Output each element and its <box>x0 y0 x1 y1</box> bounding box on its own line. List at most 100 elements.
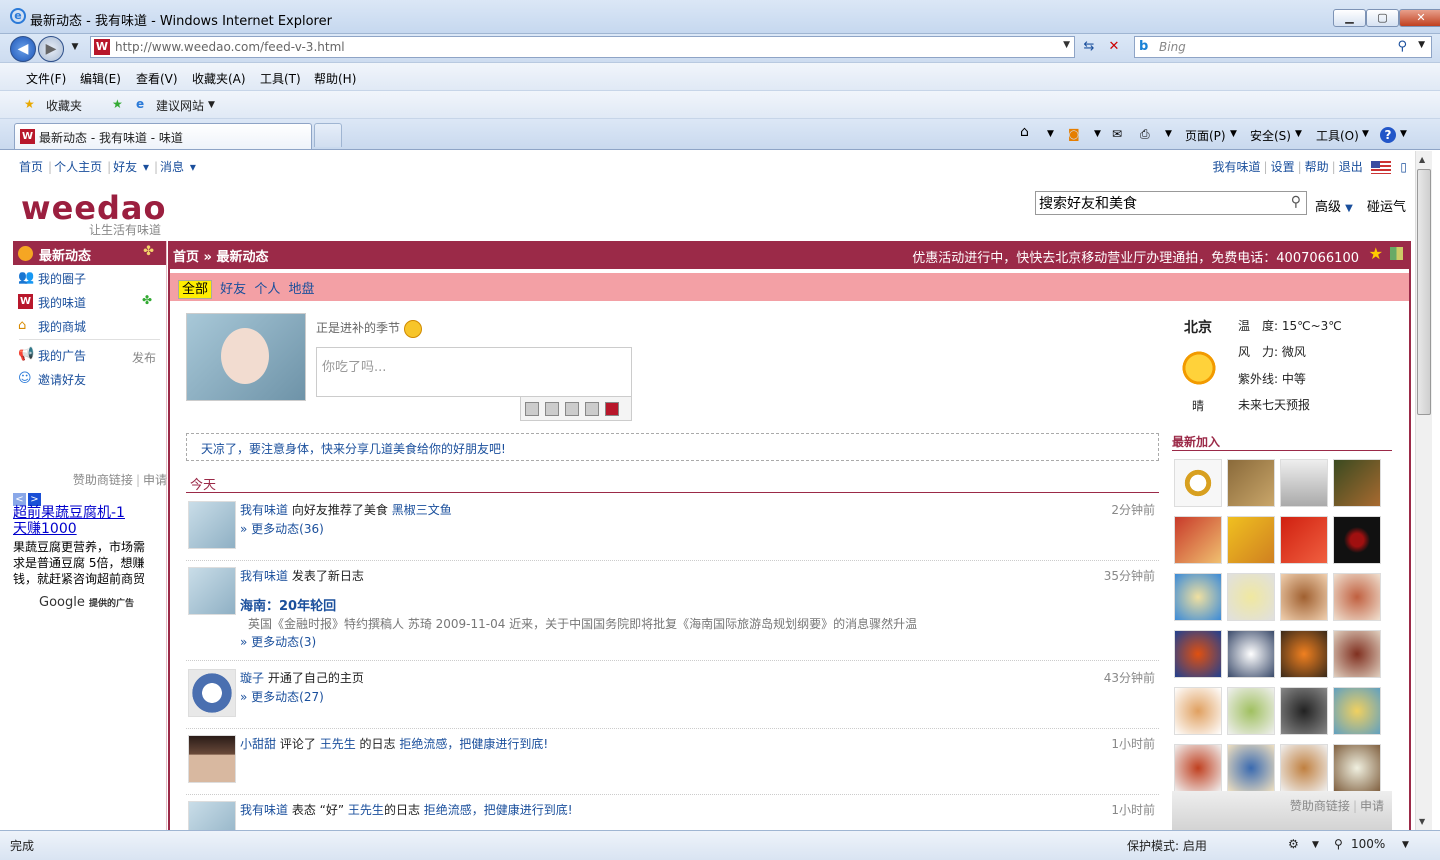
nav-home[interactable]: 首页 <box>19 160 43 174</box>
nav-friends[interactable]: 好友 <box>113 160 137 174</box>
tab-current[interactable]: W 最新动态 - 我有味道 - 味道 <box>14 123 312 149</box>
sponsor-apply[interactable]: 申请 <box>143 473 167 487</box>
right-sponsor-label[interactable]: 赞助商链接 <box>1290 799 1350 813</box>
tools-dropdown-icon[interactable]: ▼ <box>1362 129 1369 139</box>
feed-user[interactable]: 璇子 <box>240 671 264 685</box>
safety-menu[interactable]: 安全(S) <box>1250 127 1291 144</box>
member-thumb[interactable] <box>1333 630 1381 678</box>
blog-title[interactable]: 海南：20年轮回 <box>240 595 336 614</box>
safety-dropdown-icon[interactable]: ▼ <box>1295 129 1302 139</box>
member-thumb[interactable] <box>1280 630 1328 678</box>
member-thumb[interactable] <box>1227 630 1275 678</box>
favorites-button[interactable]: 收藏夹 <box>46 97 82 114</box>
menu-edit[interactable]: 编辑(E) <box>80 70 121 87</box>
home-dropdown-icon[interactable]: ▼ <box>1047 129 1054 139</box>
vertical-scrollbar[interactable]: ▲ ▼ <box>1415 151 1432 830</box>
feed-user[interactable]: 小甜甜 <box>240 737 276 751</box>
member-thumb[interactable] <box>1333 744 1381 792</box>
stop-icon[interactable]: ✕ <box>1103 37 1125 57</box>
member-thumb[interactable] <box>1227 744 1275 792</box>
zoom-icon[interactable]: ⚲ <box>1334 837 1343 851</box>
mail-icon[interactable]: ✉ <box>1112 127 1122 141</box>
help-dropdown-icon[interactable]: ▼ <box>1400 129 1407 139</box>
print-dropdown-icon[interactable]: ▼ <box>1165 129 1172 139</box>
publish-link[interactable]: 发布 <box>132 349 156 366</box>
close-window-button[interactable]: ✕ <box>1399 9 1440 27</box>
nav-my-weedao[interactable]: 我有味道 <box>1213 160 1261 174</box>
us-flag-icon[interactable] <box>1370 161 1391 174</box>
maximize-button[interactable]: ▢ <box>1366 9 1399 27</box>
member-thumb[interactable] <box>1174 573 1222 621</box>
site-search-input[interactable] <box>1036 192 1276 214</box>
user-avatar[interactable] <box>186 313 306 401</box>
feed-target2[interactable]: 拒绝流感，把健康进行到底! <box>399 737 548 751</box>
protected-mode[interactable]: 保护模式: 启用 <box>1127 837 1207 854</box>
page-menu[interactable]: 页面(P) <box>1185 127 1226 144</box>
feed-target2[interactable]: 拒绝流感，把健康进行到底! <box>424 803 573 817</box>
share-icon[interactable] <box>565 402 579 416</box>
history-dropdown-icon[interactable]: ▼ <box>64 37 86 57</box>
member-thumb[interactable] <box>1333 687 1381 735</box>
nav-settings[interactable]: 设置 <box>1271 160 1295 174</box>
feed-more[interactable]: » 更多动态(27) <box>240 688 324 705</box>
feed-target[interactable]: 王先生 <box>320 737 356 751</box>
member-thumb[interactable] <box>1174 459 1222 507</box>
right-sponsor-apply[interactable]: 申请 <box>1360 799 1384 813</box>
google-ads-label[interactable]: Google 提供的广告 <box>39 595 134 610</box>
sidebar-item-my-weedao[interactable]: W 我的味道 ✤ <box>13 289 166 313</box>
filter-all[interactable]: 全部 <box>178 280 213 299</box>
star-icon[interactable]: ★ <box>1369 244 1383 263</box>
member-thumb[interactable] <box>1280 459 1328 507</box>
search-dropdown-icon[interactable]: ▼ <box>1418 40 1425 50</box>
member-thumb[interactable] <box>1280 687 1328 735</box>
refresh-icon[interactable]: ⇆ <box>1078 37 1100 57</box>
compose-box[interactable]: 你吃了吗... <box>316 347 632 397</box>
member-thumb[interactable] <box>1174 516 1222 564</box>
feed-user[interactable]: 我有味道 <box>240 803 288 817</box>
scroll-up-icon[interactable]: ▲ <box>1419 155 1425 164</box>
member-thumb[interactable] <box>1280 573 1328 621</box>
grid-icon[interactable] <box>1390 247 1403 260</box>
sponsor-label[interactable]: 赞助商链接 <box>73 473 133 487</box>
sidebar-item-circles[interactable]: 👥 我的圈子 <box>13 265 166 289</box>
feed-avatar[interactable] <box>188 567 236 615</box>
member-thumb[interactable] <box>1174 744 1222 792</box>
ad-title-link[interactable]: 超前果蔬豆腐机-1天赚1000 <box>13 505 133 537</box>
note-icon[interactable] <box>545 402 559 416</box>
new-tab-button[interactable] <box>314 123 342 147</box>
nav-profile[interactable]: 个人主页 <box>54 160 102 174</box>
back-button[interactable]: ◀ <box>10 36 36 62</box>
feed-avatar[interactable] <box>188 801 236 830</box>
member-thumb[interactable] <box>1333 573 1381 621</box>
search-box[interactable]: b Bing ⚲ ▼ <box>1134 36 1432 58</box>
zoom-level[interactable]: 100% <box>1351 837 1385 851</box>
feed-avatar[interactable] <box>188 501 236 549</box>
zoom-dropdown-icon[interactable]: ▼ <box>1402 840 1409 850</box>
tools-menu[interactable]: 工具(O) <box>1316 127 1359 144</box>
feed-avatar[interactable] <box>188 669 236 717</box>
feed-target[interactable]: 王先生 <box>348 803 384 817</box>
filter-place[interactable]: 地盘 <box>288 282 314 297</box>
help-icon[interactable]: ? <box>1380 127 1396 143</box>
print-icon[interactable]: ⎙ <box>1140 127 1150 142</box>
scroll-thumb[interactable] <box>1417 169 1431 415</box>
page-dropdown-icon[interactable]: ▼ <box>1230 129 1237 139</box>
weather-forecast-link[interactable]: 未来七天预报 <box>1238 396 1310 413</box>
scroll-down-icon[interactable]: ▼ <box>1419 817 1425 826</box>
sidebar-item-ads[interactable]: 📢 我的广告 发布 <box>13 342 166 366</box>
menu-help[interactable]: 帮助(H) <box>314 70 356 87</box>
menu-file[interactable]: 文件(F) <box>26 70 66 87</box>
emoji-icon[interactable] <box>404 319 423 338</box>
feed-user[interactable]: 我有味道 <box>240 503 288 517</box>
rss-icon[interactable]: ◙ <box>1068 127 1080 141</box>
member-thumb[interactable] <box>1333 459 1381 507</box>
site-search-icon[interactable]: ⚲ <box>1291 194 1301 210</box>
feed-avatar[interactable] <box>188 735 236 783</box>
filter-personal[interactable]: 个人 <box>254 282 280 297</box>
member-thumb[interactable] <box>1280 516 1328 564</box>
sidebar-item-feed[interactable]: 最新动态 ✤ <box>13 241 166 265</box>
sidebar-item-invite[interactable]: ☺ 邀请好友 <box>13 366 166 390</box>
address-dropdown-icon[interactable]: ▼ <box>1063 40 1070 50</box>
lucky-button[interactable]: 碰运气 <box>1367 196 1406 215</box>
feed-more[interactable]: » 更多动态(3) <box>240 633 316 650</box>
